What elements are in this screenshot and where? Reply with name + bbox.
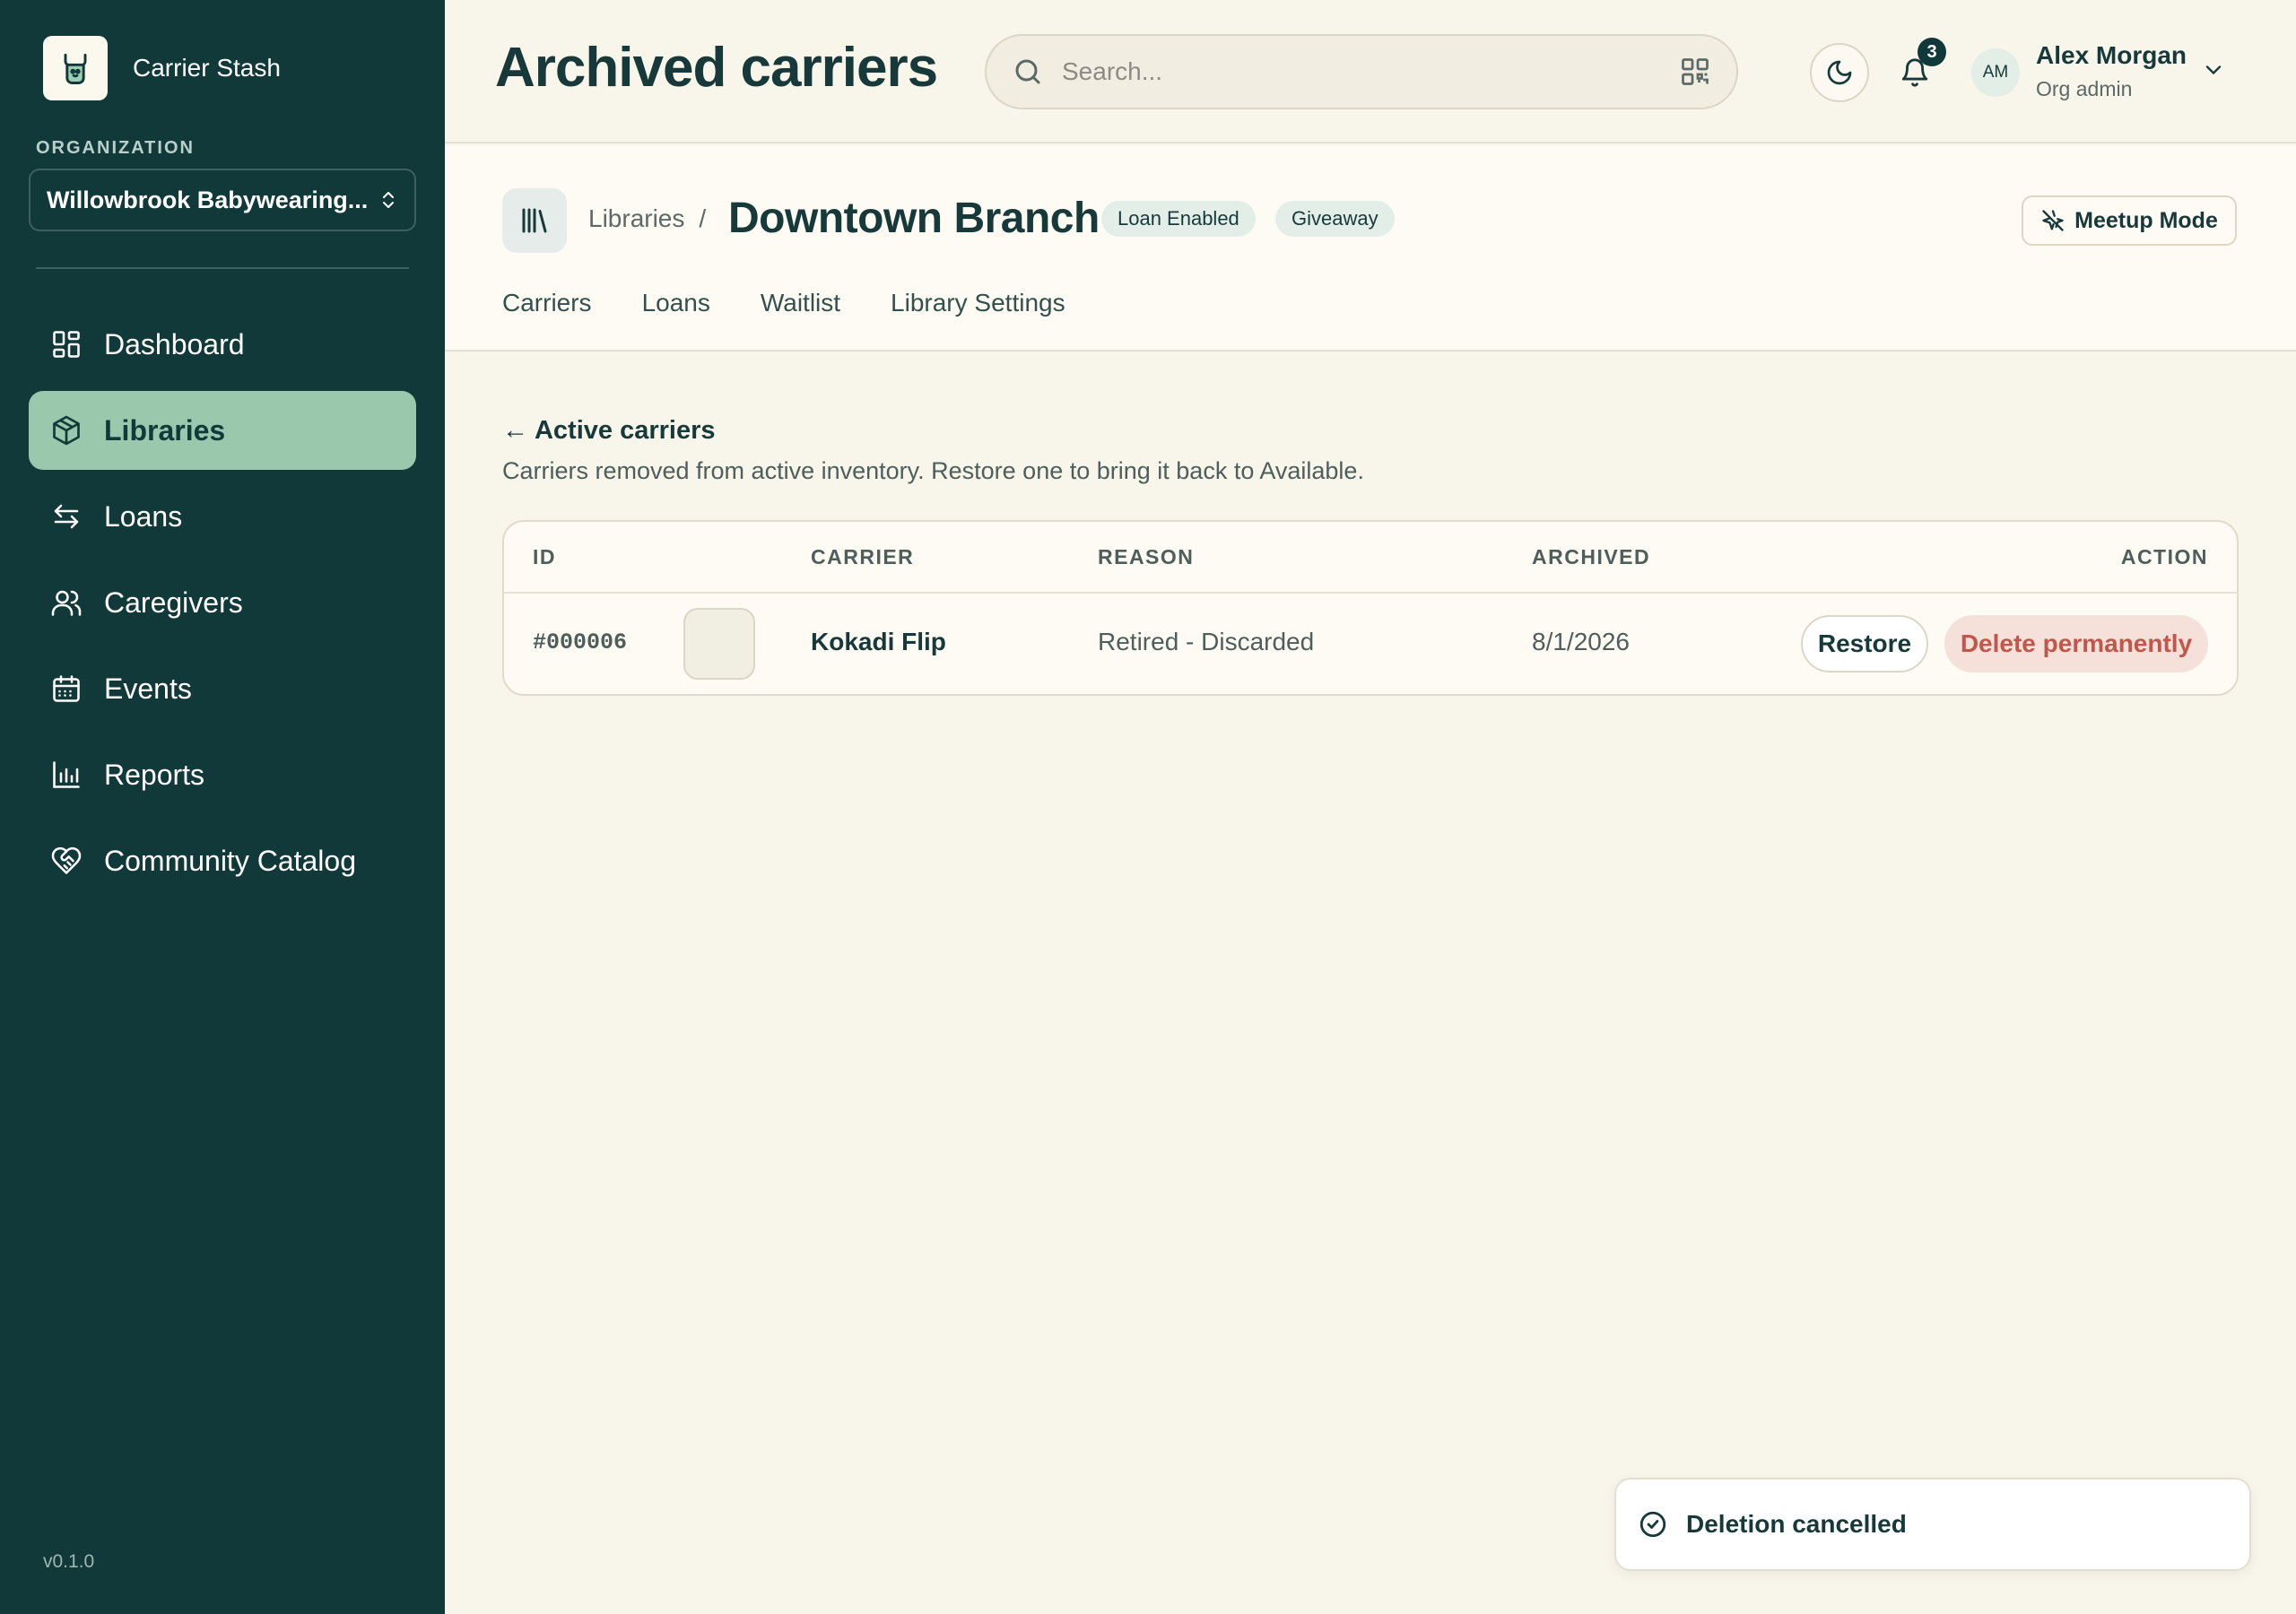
carrier-thumbnail [683,608,755,680]
library-header: Libraries / Downtown Branch Loan Enabled… [445,145,2296,351]
archived-carriers-table: ID CARRIER REASON ARCHIVED ACTION #00000… [502,520,2239,696]
sparkles-off-icon [2042,210,2064,231]
toast-message: Deletion cancelled [1686,1510,1907,1538]
sidebar-divider [36,267,409,269]
toast-notification: Deletion cancelled [1614,1478,2251,1571]
box-icon [53,415,80,446]
sidebar: Carrier Stash ORGANIZATION Willowbrook B… [0,0,445,1614]
check-circle-icon [1639,1511,1666,1538]
qr-code-icon[interactable] [1679,56,1711,88]
breadcrumb-libraries-link[interactable]: Libraries [588,204,684,233]
table-row: #000006 Kokadi Flip Retired - Discarded … [504,594,2237,694]
notifications-button[interactable]: 3 [1892,38,1946,95]
sidebar-item-label: Caregivers [104,586,243,619]
breadcrumb: Libraries / [588,204,706,233]
sidebar-item-label: Reports [104,758,205,791]
column-reason: REASON [1098,545,1195,568]
tab-loans[interactable]: Loans [642,289,710,317]
carrier-logo-icon [43,36,108,100]
sidebar-item-label: Libraries [104,413,226,447]
tab-library-settings[interactable]: Library Settings [891,289,1065,317]
moon-icon [1827,60,1852,85]
archive-description: Carriers removed from active inventory. … [502,457,1364,484]
meetup-mode-label: Meetup Mode [2074,207,2218,233]
carrier-id: #000006 [533,629,628,655]
brand[interactable]: Carrier Stash [43,36,281,100]
organization-label: ORGANIZATION [36,138,195,158]
calendar-icon [53,675,80,702]
sidebar-item-dashboard[interactable]: Dashboard [29,305,416,384]
archive-reason: Retired - Discarded [1098,628,1315,655]
organization-selected: Willowbrook Babywearing... [47,186,369,213]
sidebar-item-caregivers[interactable]: Caregivers [29,563,416,642]
meetup-mode-button[interactable]: Meetup Mode [2022,195,2237,246]
carrier-name-link[interactable]: Kokadi Flip [811,628,946,656]
swap-arrows-icon [54,504,79,529]
library-tabs: Carriers Loans Waitlist Library Settings [502,289,1065,317]
chevron-down-icon[interactable] [2201,57,2226,82]
sidebar-item-community-catalog[interactable]: Community Catalog [29,821,416,900]
users-icon [51,590,82,616]
theme-toggle-button[interactable] [1810,43,1869,102]
sidebar-item-label: Dashboard [104,327,245,360]
sidebar-item-events[interactable]: Events [29,649,416,728]
heart-handshake-icon [51,846,82,874]
organization-select[interactable]: Willowbrook Babywearing... [29,169,416,231]
user-role: Org admin [2036,77,2133,100]
notification-count-badge: 3 [1918,38,1946,66]
app-name: Carrier Stash [133,54,281,82]
sidebar-item-label: Community Catalog [104,844,356,877]
breadcrumb-separator: / [699,204,707,232]
sidebar-item-reports[interactable]: Reports [29,735,416,814]
column-archived: ARCHIVED [1532,545,1651,568]
library-icon [502,188,567,253]
user-name[interactable]: Alex Morgan [2036,41,2187,70]
sidebar-item-label: Events [104,672,192,705]
dashboard-icon [53,331,80,358]
search-icon [1015,59,1040,84]
sidebar-nav: Dashboard Libraries Loans Caregivers Eve… [29,305,416,907]
giveaway-badge: Giveaway [1275,201,1395,237]
sidebar-item-libraries[interactable]: Libraries [29,391,416,470]
tab-waitlist[interactable]: Waitlist [761,289,840,317]
loan-enabled-badge: Loan Enabled [1101,201,1256,237]
active-carriers-link[interactable]: ← Active carriers [502,416,716,446]
column-action: ACTION [2120,545,2208,568]
restore-button[interactable]: Restore [1801,615,1928,672]
chevron-up-down-icon [383,192,394,208]
bar-chart-icon [53,761,80,788]
tab-carriers[interactable]: Carriers [502,289,592,317]
archived-date: 8/1/2026 [1532,628,1630,655]
column-carrier: CARRIER [811,545,915,568]
search-box[interactable] [985,34,1738,109]
sidebar-item-label: Loans [104,499,183,533]
library-name: Downtown Branch [728,195,1100,242]
table-header: ID CARRIER REASON ARCHIVED ACTION [504,522,2237,594]
delete-permanently-button[interactable]: Delete permanently [1944,615,2208,672]
sidebar-item-loans[interactable]: Loans [29,477,416,556]
search-input[interactable] [1062,57,1661,86]
column-id: ID [533,545,556,568]
app-version: v0.1.0 [43,1551,95,1572]
page-title: Archived carriers [495,37,938,99]
top-bar: Archived carriers 3 AM Alex Morgan Org a… [445,0,2296,143]
avatar[interactable]: AM [1971,48,2020,97]
